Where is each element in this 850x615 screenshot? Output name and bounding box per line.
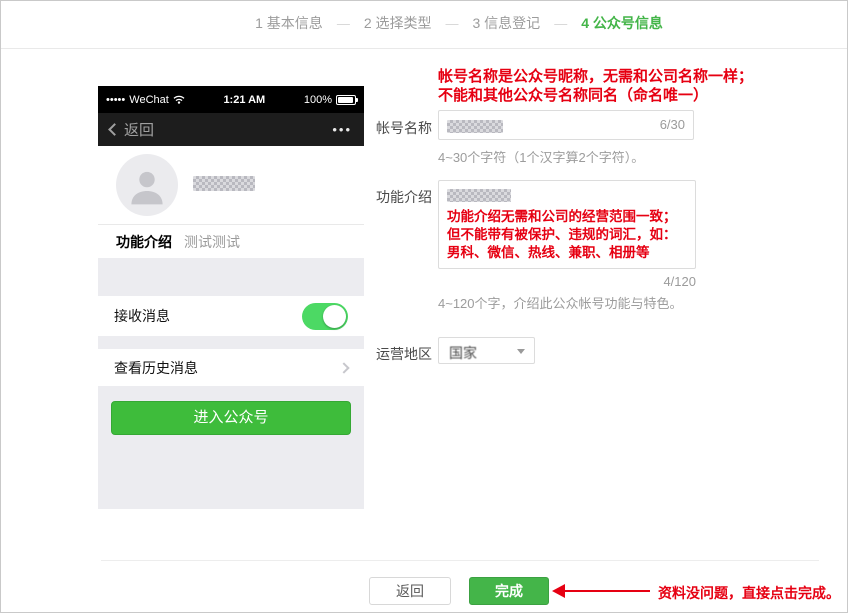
status-time: 1:21 AM [185,94,304,106]
carrier-label: WeChat [129,94,169,106]
step-separator: — [446,16,459,31]
step-3-info-register: 3 信息登记 [473,13,541,33]
finish-annotation: 资料没问题，直接点击完成。 [658,583,840,603]
enter-account-button[interactable]: 进入公众号 [111,401,351,435]
intro-annotation-line: 男科、微信、热线、兼职、相册等 [447,244,677,262]
back-button[interactable]: 返回 [369,577,451,605]
region-label: 运营地区 [376,344,432,364]
phone-status-bar: ••••• WeChat 1:21 AM 100% [98,86,364,113]
step-separator: — [554,16,567,31]
censored-account-name [193,176,255,191]
phone-nav-bar: 返回 ••• [98,113,364,146]
person-icon [125,164,169,208]
avatar [116,154,178,216]
account-name-helper: 4~30个字符（1个汉字算2个字符）。 [438,147,644,166]
battery-percent: 100% [304,94,332,106]
footer-divider [101,560,819,561]
steps-header: 1 基本信息 — 2 选择类型 — 3 信息登记 — 4 公众号信息 [1,13,847,33]
intro-label: 功能介绍 [376,187,432,207]
more-menu-icon[interactable]: ••• [332,122,352,137]
account-name-label: 帐号名称 [376,118,432,138]
back-chevron-icon[interactable] [108,123,121,136]
finish-button[interactable]: 完成 [469,577,549,605]
intro-textarea[interactable]: 功能介绍无需和公司的经营范围一致； 但不能带有被保护、违规的词汇，如： 男科、微… [438,180,696,269]
account-name-counter: 6/30 [660,117,685,132]
intro-preview-row: 功能介绍 测试测试 [98,224,364,258]
history-messages-label: 查看历史消息 [114,358,198,378]
step-4-account-info: 4 公众号信息 [581,13,663,33]
step-2-choose-type: 2 选择类型 [364,13,432,33]
signal-dots-icon: ••••• [106,94,125,106]
censored-account-name-value [447,120,503,133]
receive-messages-label: 接收消息 [114,306,170,326]
intro-annotation-line: 功能介绍无需和公司的经营范围一致； [447,208,677,226]
region-select[interactable]: 国家 [438,337,535,364]
censored-intro-value [447,189,511,202]
step-1-basic-info: 1 基本信息 [255,13,323,33]
chevron-down-icon [517,349,525,354]
step-separator: — [337,16,350,31]
phone-back-label[interactable]: 返回 [124,119,154,140]
registration-page: 1 基本信息 — 2 选择类型 — 3 信息登记 — 4 公众号信息 •••••… [0,0,848,613]
phone-preview: ••••• WeChat 1:21 AM 100% 返回 ••• [98,86,364,509]
receive-toggle-on[interactable] [302,303,348,330]
header-divider [1,48,847,49]
account-profile-card [98,146,364,224]
red-arrow-line [564,590,650,592]
wifi-icon [173,95,185,104]
account-name-annotation: 帐号名称是公众号昵称，无需和公司名称一样；不能和其他公众号名称同名（命名唯一） [438,67,764,105]
battery-icon [336,95,356,105]
intro-helper: 4~120个字，介绍此公众帐号功能与特色。 [438,293,683,312]
intro-preview-label: 功能介绍 [116,232,172,252]
intro-annotation: 功能介绍无需和公司的经营范围一致； 但不能带有被保护、违规的词汇，如： 男科、微… [447,208,677,262]
account-name-input[interactable]: 6/30 [438,110,694,140]
intro-counter: 4/120 [438,274,696,289]
chevron-right-icon [338,362,349,373]
receive-messages-row[interactable]: 接收消息 [98,296,364,336]
intro-preview-value: 测试测试 [184,232,240,252]
region-selected-value: 国家 [449,343,477,363]
intro-annotation-line: 但不能带有被保护、违规的词汇，如： [447,226,677,244]
history-messages-row[interactable]: 查看历史消息 [98,349,364,386]
